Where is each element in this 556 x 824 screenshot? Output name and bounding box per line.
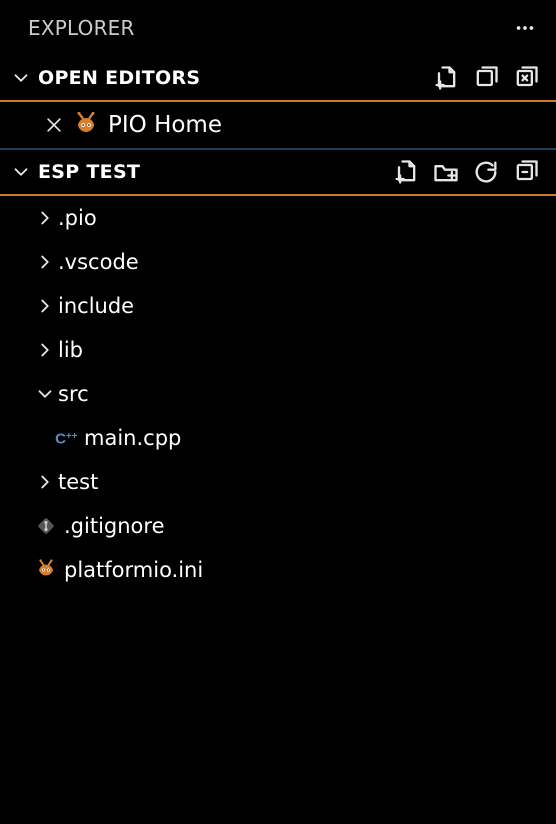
folder-row[interactable]: lib (0, 328, 556, 372)
project-actions (392, 158, 546, 186)
folder-row[interactable]: include (0, 284, 556, 328)
refresh-icon[interactable] (472, 158, 500, 186)
svg-text:C: C (55, 430, 66, 447)
project-header-left: ESP TEST (10, 161, 140, 183)
chevron-right-icon (32, 339, 58, 361)
file-row[interactable]: .gitignore (0, 504, 556, 548)
open-editors-actions (432, 64, 546, 92)
file-tree: .pio.vscodeincludelibsrcC++main.cpptest.… (0, 196, 556, 592)
svg-text:++: ++ (66, 431, 78, 442)
save-all-icon[interactable] (472, 64, 500, 92)
tree-item-label: platformio.ini (64, 558, 203, 582)
panel-title: EXPLORER (28, 16, 135, 40)
tree-item-label: test (58, 470, 98, 494)
folder-row[interactable]: .pio (0, 196, 556, 240)
project-header[interactable]: ESP TEST (0, 150, 556, 194)
folder-row[interactable]: test (0, 460, 556, 504)
git-file-icon (32, 514, 60, 538)
file-row[interactable]: C++main.cpp (0, 416, 556, 460)
tree-item-label: include (58, 294, 134, 318)
open-editors-title: OPEN EDITORS (38, 67, 200, 89)
tree-item-label: main.cpp (84, 426, 181, 450)
new-file-icon[interactable] (392, 158, 420, 186)
close-all-icon[interactable] (512, 64, 540, 92)
tree-item-label: .vscode (58, 250, 139, 274)
tree-item-label: .pio (58, 206, 97, 230)
chevron-down-icon (32, 383, 58, 405)
chevron-right-icon (32, 471, 58, 493)
panel-menu-icon[interactable] (514, 17, 544, 39)
new-folder-icon[interactable] (432, 158, 460, 186)
close-icon[interactable] (44, 115, 64, 135)
project-title: ESP TEST (38, 161, 140, 183)
chevron-down-icon (10, 161, 32, 183)
open-editors-header-left: OPEN EDITORS (10, 67, 200, 89)
chevron-down-icon (10, 67, 32, 89)
open-editor-label: PIO Home (108, 112, 222, 138)
file-row[interactable]: platformio.ini (0, 548, 556, 592)
divider (0, 148, 556, 150)
chevron-right-icon (32, 295, 58, 317)
chevron-right-icon (32, 251, 58, 273)
collapse-all-icon[interactable] (512, 158, 540, 186)
tree-item-label: src (58, 382, 89, 406)
open-editor-tab[interactable]: PIO Home (0, 102, 556, 148)
tree-item-label: .gitignore (64, 514, 165, 538)
folder-row[interactable]: src (0, 372, 556, 416)
open-editors-header[interactable]: OPEN EDITORS (0, 56, 556, 100)
chevron-right-icon (32, 207, 58, 229)
panel-header: EXPLORER (0, 0, 556, 56)
new-file-icon[interactable] (432, 64, 460, 92)
cpp-file-icon: C++ (52, 425, 80, 451)
pio-file-icon (32, 557, 60, 583)
folder-row[interactable]: .vscode (0, 240, 556, 284)
tree-item-label: lib (58, 338, 83, 362)
pio-icon (72, 111, 100, 139)
